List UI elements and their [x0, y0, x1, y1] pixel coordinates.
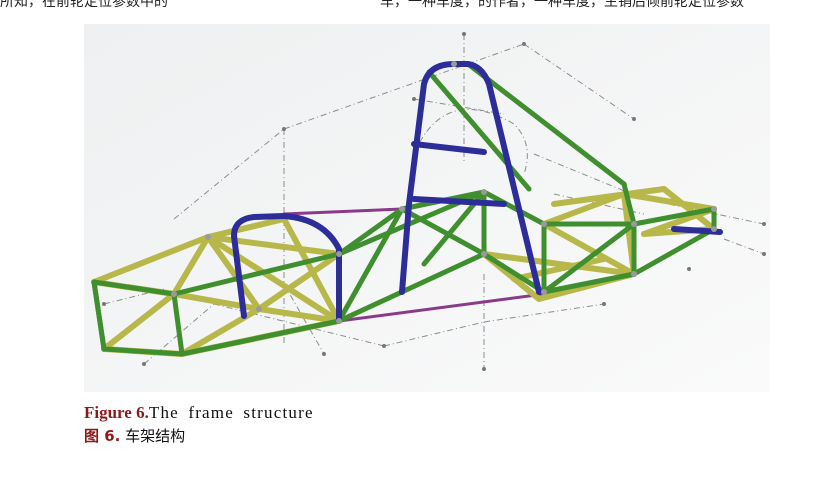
- figure-caption-chinese-text: 车架结构: [125, 427, 186, 445]
- figure-caption: Figure 6.The frame structure: [84, 403, 314, 423]
- top-text-right: 车，一种车度，的作者，一种车度，主销后倾前轮定位参数: [380, 0, 744, 8]
- frame-illustration: [84, 24, 770, 392]
- figure-caption-chinese-label: 图 6.: [84, 427, 121, 445]
- figure-caption-text: The frame structure: [148, 403, 314, 422]
- figure-caption-label: Figure 6.: [84, 403, 149, 422]
- frame-figure: [84, 24, 770, 392]
- figure-caption-chinese: 图 6. 车架结构: [84, 425, 185, 446]
- top-text-left: 所知，在前轮定位参数中的: [0, 0, 168, 8]
- page-top-text-strip: 所知，在前轮定位参数中的 车，一种车度，的作者，一种车度，主销后倾前轮定位参数: [0, 0, 824, 8]
